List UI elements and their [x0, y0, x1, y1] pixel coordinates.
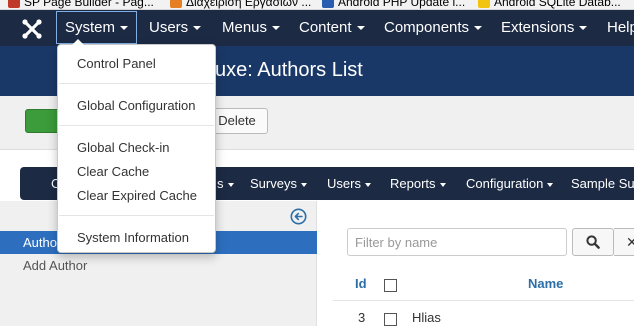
caret-down-icon	[193, 26, 202, 31]
joomla-logo-icon[interactable]	[20, 17, 44, 41]
bookmark-android-sqlite[interactable]: Android SQLite Datab...	[478, 0, 621, 9]
search-button[interactable]	[572, 228, 614, 256]
caret-down-icon	[364, 182, 371, 187]
menu-divider	[59, 125, 214, 126]
subnav-item-label: Reports	[390, 176, 436, 191]
nav-menus[interactable]: Menus	[222, 10, 281, 46]
caret-down-icon	[579, 26, 588, 31]
bookmark-label: Android SQLite Datab...	[494, 0, 621, 9]
menu-item-global-configuration[interactable]: Global Configuration	[77, 98, 196, 113]
bookmark-favicon-icon	[170, 0, 182, 8]
menu-item-clear-expired-cache[interactable]: Clear Expired Cache	[77, 188, 197, 203]
clear-filter-button[interactable]: ✕	[614, 228, 634, 256]
subnav-item-sample[interactable]: Sample Su	[571, 167, 634, 200]
table-cell-name[interactable]: Hlias	[412, 310, 441, 325]
collapse-sidebar-icon[interactable]	[290, 208, 307, 225]
bookmark-label: Διαχείριση Εργασιών ...	[186, 0, 312, 9]
nav-system[interactable]: System	[56, 11, 138, 44]
system-dropdown-menu: Control Panel Global Configuration Globa…	[57, 39, 216, 253]
menu-item-clear-cache[interactable]: Clear Cache	[77, 164, 149, 179]
column-header-name[interactable]: Name	[528, 276, 563, 291]
subnav-item-reports[interactable]: Reports	[390, 167, 446, 200]
nav-users[interactable]: Users	[149, 10, 202, 46]
filter-name-input[interactable]	[347, 228, 567, 256]
caret-down-icon	[474, 26, 483, 31]
subnav-item-configuration[interactable]: Configuration	[466, 167, 554, 200]
caret-down-icon	[120, 26, 129, 31]
nav-content-label: Content	[299, 19, 352, 36]
nav-help-label: Help	[607, 19, 634, 36]
bookmark-label: SP Page Builder - Pag...	[24, 0, 154, 9]
subnav-item-label: Sample Su	[571, 176, 634, 191]
nav-components[interactable]: Components	[384, 10, 483, 46]
admin-top-navbar: System Users Menus Content Components Ex…	[0, 10, 634, 46]
close-icon: ✕	[626, 234, 634, 250]
bookmark-favicon-icon	[8, 0, 20, 8]
caret-down-icon	[272, 26, 281, 31]
row-checkbox[interactable]	[384, 313, 397, 326]
subnav-item-users[interactable]: Users	[327, 167, 371, 200]
nav-extensions[interactable]: Extensions	[501, 10, 588, 46]
caret-down-icon	[356, 26, 365, 31]
menu-item-system-information[interactable]: System Information	[77, 230, 189, 245]
nav-system-label: System	[65, 19, 116, 36]
menu-divider	[59, 83, 214, 84]
subnav-item-label: s	[217, 176, 224, 191]
menu-item-control-panel[interactable]: Control Panel	[77, 56, 156, 71]
page-title: uxe: Authors List	[215, 59, 363, 81]
column-header-id[interactable]: Id	[355, 276, 367, 291]
caret-down-icon	[547, 182, 554, 187]
nav-help[interactable]: Help	[607, 10, 634, 46]
subnav-item-label: Surveys	[250, 176, 297, 191]
nav-components-label: Components	[384, 19, 470, 36]
bookmark-favicon-icon	[478, 0, 490, 8]
bookmark-favicon-icon	[322, 0, 334, 8]
table-cell-id: 3	[358, 310, 366, 325]
menu-divider	[59, 215, 214, 216]
nav-extensions-label: Extensions	[501, 19, 575, 36]
menu-item-global-check-in[interactable]: Global Check-in	[77, 140, 170, 155]
bookmark-task-management[interactable]: Διαχείριση Εργασιών ...	[170, 0, 312, 9]
bookmark-android-php-update[interactable]: Android PHP Update l...	[322, 0, 466, 9]
table-divider	[333, 300, 634, 301]
subnav-item-surveys[interactable]: Surveys	[250, 167, 307, 200]
caret-down-icon	[439, 182, 446, 187]
nav-content[interactable]: Content	[299, 10, 365, 46]
subnav-item-label: Users	[327, 176, 361, 191]
subnav-item-s[interactable]: s	[217, 167, 234, 200]
subnav-item-label: Configuration	[466, 176, 544, 191]
nav-menus-label: Menus	[222, 19, 268, 36]
caret-down-icon	[300, 182, 307, 187]
browser-bookmarks-bar: SP Page Builder - Pag... Διαχείριση Εργα…	[0, 0, 634, 10]
nav-users-label: Users	[149, 19, 189, 36]
search-icon	[586, 235, 600, 249]
caret-down-icon	[227, 182, 234, 187]
sidebar-item-add-author[interactable]: Add Author	[23, 258, 87, 273]
bookmark-sp-page-builder[interactable]: SP Page Builder - Pag...	[8, 0, 154, 9]
select-all-checkbox[interactable]	[384, 279, 397, 292]
bookmark-label: Android PHP Update l...	[338, 0, 466, 9]
